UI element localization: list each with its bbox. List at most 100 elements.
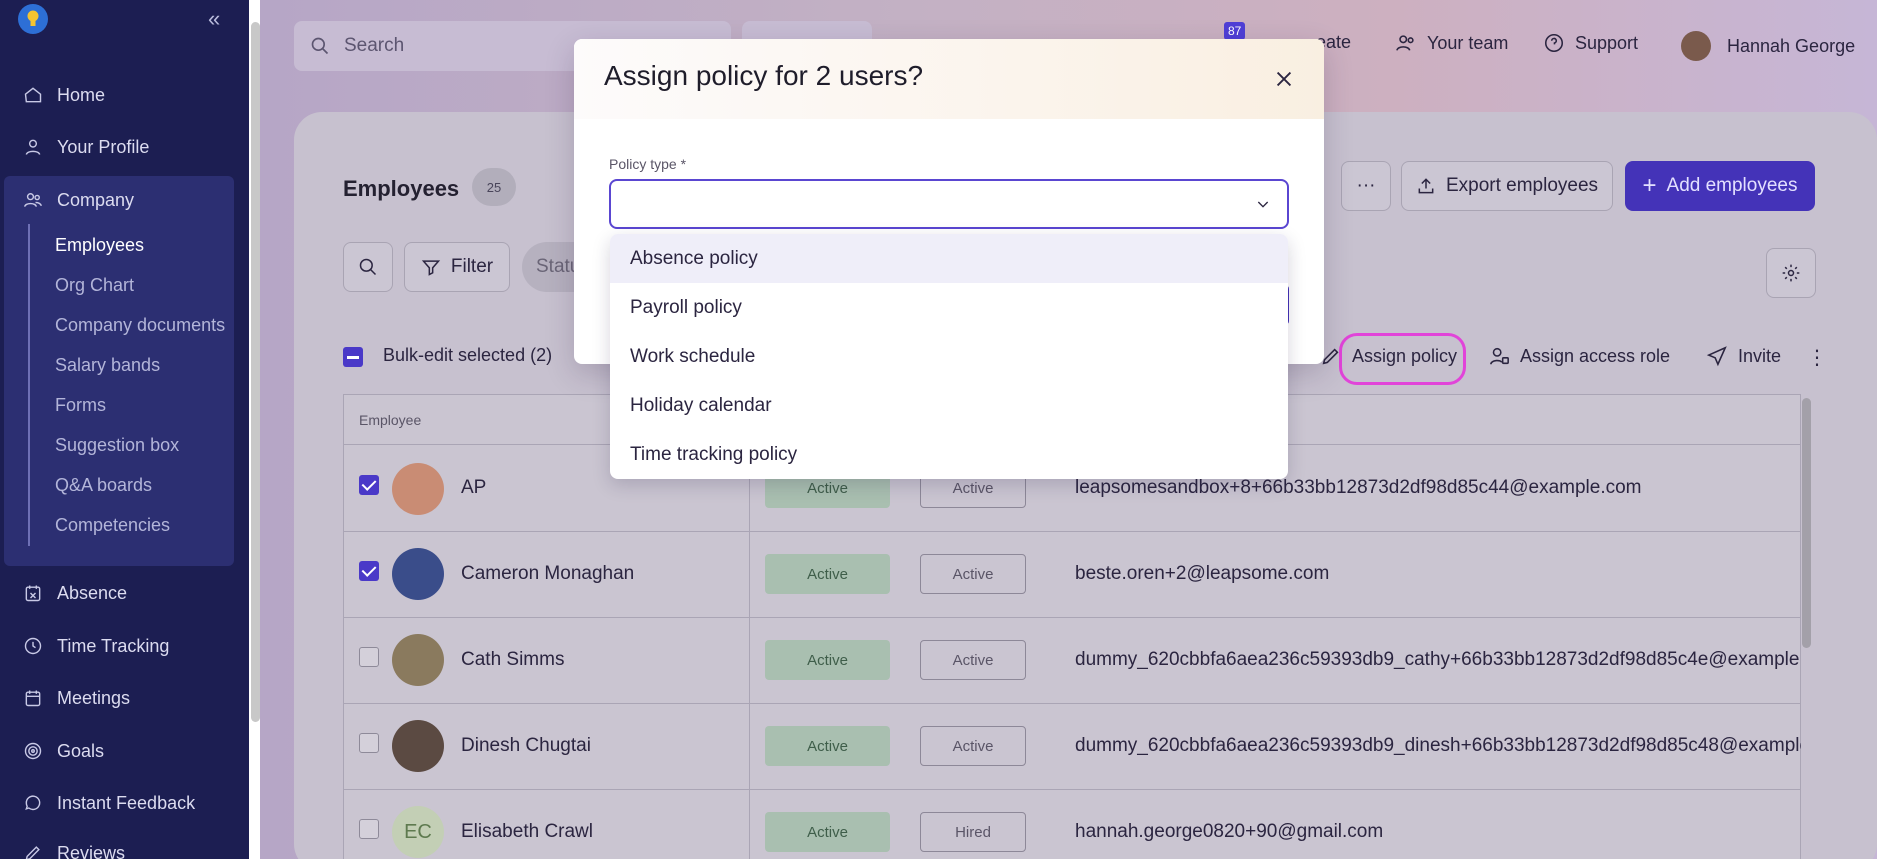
bulk-edit-label: Bulk-edit selected (2)	[383, 345, 552, 366]
sidebar-item-absence[interactable]: Absence	[22, 578, 127, 608]
filter-label: Filter	[450, 256, 494, 277]
column-header-employee[interactable]: Employee	[359, 412, 421, 428]
sidebar-sub-qa-boards[interactable]: Q&A boards	[55, 472, 152, 498]
send-icon	[1706, 346, 1727, 367]
row-divider	[343, 703, 1801, 704]
clock-icon	[22, 635, 44, 657]
sidebar-sub-suggestion-box[interactable]: Suggestion box	[55, 432, 179, 458]
sidebar-item-time-tracking[interactable]: Time Tracking	[22, 631, 169, 661]
sidebar-sub-org-chart[interactable]: Org Chart	[55, 272, 134, 298]
close-button[interactable]	[1266, 61, 1302, 97]
employee-email: dummy_620cbbfa6aea236c59393db9_dinesh+66…	[1075, 735, 1801, 756]
search-icon	[359, 258, 377, 276]
row-checkbox[interactable]	[359, 561, 379, 581]
sidebar-sub-salary-bands[interactable]: Salary bands	[55, 352, 160, 378]
employee-name[interactable]: AP	[461, 477, 486, 499]
sidebar-item-label: Time Tracking	[57, 635, 170, 656]
assign-access-role-action[interactable]: Assign access role	[1488, 345, 1670, 367]
filter-button[interactable]: Filter	[404, 242, 510, 292]
pencil-icon	[22, 842, 44, 859]
sidebar-item-your-profile[interactable]: Your Profile	[22, 132, 149, 162]
employee-email: dummy_620cbbfa6aea236c59393db9_cathy+66b…	[1075, 649, 1801, 670]
table-scrollbar[interactable]	[1802, 398, 1811, 648]
users-icon	[22, 189, 44, 211]
submenu-line	[28, 224, 30, 546]
employee-email: leapsomesandbox+8+66b33bb12873d2df98d85c…	[1075, 477, 1642, 498]
avatar: EC	[392, 806, 444, 858]
your-team-link[interactable]: Your team	[1395, 32, 1508, 54]
chevron-down-icon	[1257, 201, 1269, 208]
sidebar-item-company[interactable]: Company	[22, 185, 134, 215]
status-badge: Active	[765, 554, 890, 594]
modal-title: Assign policy for 2 users?	[604, 60, 924, 91]
option-holiday-calendar[interactable]: Holiday calendar	[610, 381, 1288, 430]
sidebar-item-reviews[interactable]: Reviews	[22, 838, 125, 859]
bulk-select-checkbox[interactable]	[343, 347, 363, 367]
app-logo[interactable]	[18, 4, 48, 34]
sidebar-sub-employees[interactable]: Employees	[55, 232, 144, 258]
avatar	[1681, 31, 1711, 61]
user-icon	[22, 136, 44, 158]
support-link[interactable]: Support	[1543, 32, 1638, 54]
state-badge: Active	[920, 726, 1026, 766]
sidebar-item-home[interactable]: Home	[22, 80, 105, 110]
page-title: Employees	[343, 176, 460, 201]
table-search-button[interactable]	[343, 242, 393, 292]
sidebar-item-label: Home	[57, 84, 106, 105]
more-options-button[interactable]: ···	[1341, 161, 1391, 211]
option-payroll-policy[interactable]: Payroll policy	[610, 283, 1288, 332]
table-settings-button[interactable]	[1766, 248, 1816, 298]
assign-role-label: Assign access role	[1520, 345, 1671, 366]
employee-name[interactable]: Elisabeth Crawl	[461, 821, 593, 843]
row-checkbox[interactable]	[359, 475, 379, 495]
bulk-more-icon[interactable]: ⋮	[1807, 345, 1827, 370]
sidebar-item-label: Absence	[57, 582, 128, 603]
sidebar-item-label: Your Profile	[57, 136, 150, 157]
employee-name[interactable]: Cath Simms	[461, 649, 564, 671]
sidebar-item-meetings[interactable]: Meetings	[22, 683, 130, 713]
sidebar: « Home Your Profile Company Employees Or…	[0, 0, 249, 859]
user-menu[interactable]: Hannah George	[1681, 31, 1855, 61]
plus-icon: +	[1642, 172, 1657, 199]
your-team-label: Your team	[1427, 32, 1509, 53]
sidebar-scrollbar[interactable]	[251, 22, 260, 722]
sidebar-item-label: Instant Feedback	[57, 792, 196, 813]
status-badge: Active	[765, 812, 890, 852]
avatar	[392, 463, 444, 515]
calendar-icon	[22, 687, 44, 709]
policy-type-dropdown: Absence policy Payroll policy Work sched…	[610, 234, 1288, 479]
policy-type-select[interactable]	[609, 179, 1289, 229]
team-icon	[1396, 35, 1414, 51]
calendar-x-icon	[22, 582, 44, 604]
option-work-schedule[interactable]: Work schedule	[610, 332, 1288, 381]
more-label: ···	[1356, 175, 1376, 196]
export-employees-button[interactable]: Export employees	[1401, 161, 1613, 211]
add-employees-button[interactable]: + Add employees	[1625, 161, 1815, 211]
search-icon	[311, 37, 329, 55]
row-checkbox[interactable]	[359, 819, 379, 839]
employee-name[interactable]: Dinesh Chugtai	[461, 735, 591, 757]
sidebar-sub-forms[interactable]: Forms	[55, 392, 106, 418]
upload-icon	[1418, 178, 1434, 194]
sidebar-item-goals[interactable]: Goals	[22, 736, 104, 766]
collapse-sidebar-icon[interactable]: «	[208, 6, 220, 32]
bulk-edit-text: Bulk-edit selected (2)	[383, 345, 553, 365]
employee-email: beste.oren+2@leapsome.com	[1075, 563, 1330, 584]
avatar	[392, 720, 444, 772]
invite-action[interactable]: Invite	[1706, 345, 1781, 367]
sidebar-sub-competencies[interactable]: Competencies	[55, 512, 170, 538]
employee-count-badge: 25	[472, 168, 516, 206]
status-badge: Active	[765, 640, 890, 680]
invite-label: Invite	[1738, 345, 1782, 366]
row-checkbox[interactable]	[359, 733, 379, 753]
row-checkbox[interactable]	[359, 647, 379, 667]
employee-name[interactable]: Cameron Monaghan	[461, 563, 634, 585]
policy-type-label: Policy type *	[609, 156, 687, 172]
option-time-tracking-policy[interactable]: Time tracking policy	[610, 430, 1288, 479]
state-badge: Active	[920, 640, 1026, 680]
sidebar-sub-company-documents[interactable]: Company documents	[55, 312, 225, 338]
user-name: Hannah George	[1727, 35, 1856, 56]
option-absence-policy[interactable]: Absence policy	[610, 234, 1288, 283]
state-badge: Active	[920, 554, 1026, 594]
sidebar-item-instant-feedback[interactable]: Instant Feedback	[22, 788, 195, 818]
